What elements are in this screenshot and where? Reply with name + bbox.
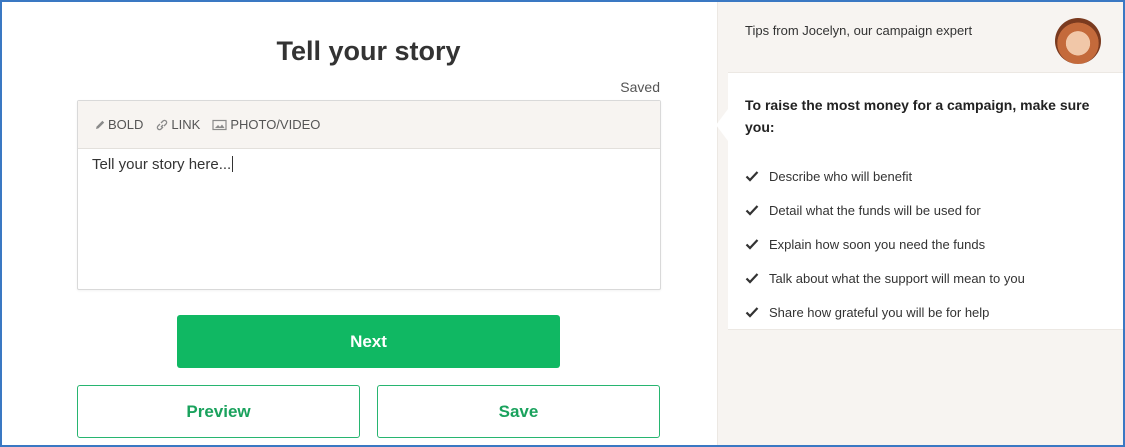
- link-label: LINK: [171, 117, 201, 132]
- page-title: Tell your story: [276, 36, 461, 66]
- checkmark-icon: [745, 307, 759, 318]
- next-button[interactable]: Next: [177, 315, 560, 368]
- app-frame: Tell your story Saved BOLD LINK PHOTO/VI…: [0, 0, 1125, 447]
- link-icon: [157, 119, 168, 130]
- tip-text: Share how grateful you will be for help: [769, 304, 990, 320]
- list-item: Talk about what the support will mean to…: [745, 261, 1025, 295]
- tips-header: Tips from Jocelyn, our campaign expert: [745, 23, 973, 38]
- list-item: Explain how soon you need the funds: [745, 227, 1025, 261]
- editor-toolbar: BOLD LINK PHOTO/VIDEO: [78, 101, 660, 149]
- checkmark-icon: [745, 273, 759, 284]
- preview-button[interactable]: Preview: [77, 385, 360, 438]
- tips-card: To raise the most money for a campaign, …: [716, 72, 1123, 330]
- saved-status: Saved: [620, 79, 660, 95]
- tip-text: Explain how soon you need the funds: [769, 236, 986, 252]
- text-cursor: [232, 156, 234, 172]
- story-editor-panel: Tell your story Saved BOLD LINK PHOTO/VI…: [2, 2, 717, 445]
- list-item: Describe who will benefit: [745, 159, 1025, 193]
- bold-button[interactable]: BOLD: [94, 117, 143, 132]
- save-button[interactable]: Save: [377, 385, 660, 438]
- avatar: [1055, 18, 1101, 64]
- tips-card-title: To raise the most money for a campaign, …: [745, 97, 1090, 135]
- story-text: Tell your story here...: [92, 156, 232, 173]
- list-item: Detail what the funds will be used for: [745, 193, 1025, 227]
- tip-text: Talk about what the support will mean to…: [769, 270, 1025, 286]
- story-editor: BOLD LINK PHOTO/VIDEO Tell your story he…: [77, 100, 661, 290]
- bold-label: BOLD: [108, 117, 144, 132]
- photo-video-button[interactable]: PHOTO/VIDEO: [212, 117, 320, 132]
- link-button[interactable]: LINK: [155, 117, 200, 132]
- checkmark-icon: [745, 239, 759, 250]
- checkmark-icon: [745, 171, 759, 182]
- image-icon: [212, 119, 227, 130]
- list-item: Share how grateful you will be for help: [745, 295, 1025, 329]
- card-pointer: [716, 109, 728, 141]
- checkmark-icon: [745, 205, 759, 216]
- photo-video-label: PHOTO/VIDEO: [230, 117, 321, 132]
- tips-panel: Tips from Jocelyn, our campaign expert T…: [716, 2, 1123, 445]
- tip-text: Describe who will benefit: [769, 168, 913, 184]
- tip-text: Detail what the funds will be used for: [769, 202, 981, 218]
- story-textarea[interactable]: Tell your story here...: [78, 149, 660, 180]
- tips-list: Describe who will benefit Detail what th…: [745, 159, 1025, 329]
- pencil-icon: [96, 120, 105, 129]
